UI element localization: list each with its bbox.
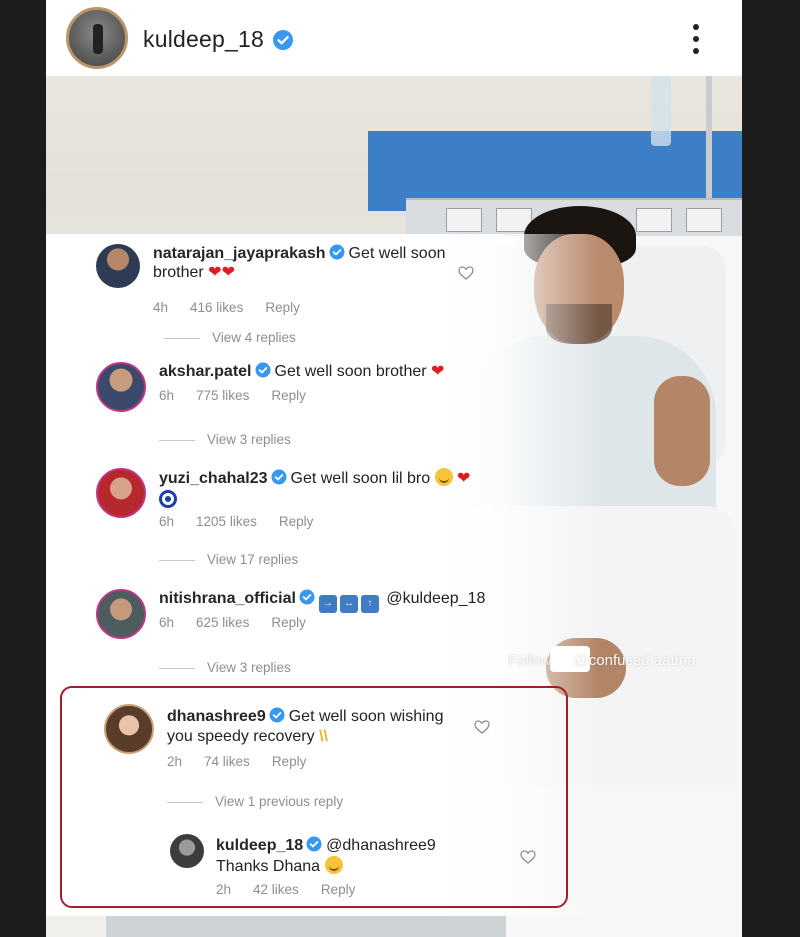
comment-meta: 4h 416 likes Reply [153, 300, 322, 315]
view-replies-link[interactable]: View 3 replies [159, 432, 291, 447]
comment-text: Get well soon [348, 245, 446, 262]
comment-username[interactable]: akshar.patel [159, 363, 252, 380]
comment-text: Get well soon lil bro [290, 470, 431, 487]
comment-text: brother [153, 264, 204, 281]
red-heart-emoji: ❤ [457, 470, 471, 487]
verified-badge-icon [273, 30, 293, 50]
comment-text: Get well soon brother [274, 363, 427, 380]
verified-badge-icon [255, 362, 270, 378]
on-arrow-emoji: ↔ [339, 595, 358, 613]
comment-meta: 6h 625 likes Reply [159, 615, 328, 630]
comment-time: 6h [159, 388, 175, 403]
comment-meta: 6h 775 likes Reply [159, 388, 328, 403]
verified-badge-icon [271, 469, 286, 485]
comment-meta: 6h 1205 likes Reply [159, 514, 335, 529]
view-replies-link[interactable]: View 17 replies [159, 552, 298, 567]
view-replies-link[interactable]: View 4 replies [164, 330, 296, 345]
post-username[interactable]: kuldeep_18 [143, 26, 264, 53]
watermark: Follow @confused.aatma [508, 652, 696, 669]
comment-username[interactable]: nitishrana_official [159, 590, 296, 607]
comment-likes[interactable]: 775 likes [196, 388, 249, 403]
commenter-avatar[interactable] [96, 468, 146, 518]
red-heart-emoji: ❤ [431, 363, 445, 380]
commenter-avatar[interactable] [96, 362, 146, 412]
comment-likes[interactable]: 1205 likes [196, 514, 257, 529]
profile-avatar[interactable] [66, 7, 128, 69]
commenter-avatar[interactable] [96, 589, 146, 639]
nazar-amulet-emoji [159, 490, 177, 508]
reply-button[interactable]: Reply [279, 514, 314, 529]
post-frame: kuldeep_18 natarajan_jayaprakash Get wel… [46, 0, 742, 937]
watermark-prefix: Follow [508, 652, 552, 669]
red-heart-emoji: ❤❤ [208, 264, 235, 281]
verified-badge-icon [329, 244, 345, 260]
comment-time: 6h [159, 615, 175, 630]
comment-username[interactable]: natarajan_jayaprakash [153, 245, 326, 262]
grinning-face-emoji [434, 468, 453, 486]
comment-text: @kuldeep_18 [386, 590, 486, 607]
watermark-handle: @confused.aatma [573, 652, 696, 669]
comment-time: 6h [159, 514, 175, 529]
highlight-box [60, 686, 568, 908]
reply-button[interactable]: Reply [271, 388, 306, 403]
reply-button[interactable]: Reply [265, 300, 300, 315]
top-arrow-emoji: ↑ [360, 595, 379, 613]
view-replies-link[interactable]: View 3 replies [159, 660, 291, 675]
comment-likes[interactable]: 416 likes [190, 300, 243, 315]
verified-badge-icon [299, 589, 315, 605]
soon-arrow-emoji: → [318, 595, 337, 613]
post-header: kuldeep_18 [46, 0, 742, 76]
comment-likes[interactable]: 625 likes [196, 615, 249, 630]
comment-username[interactable]: yuzi_chahal23 [159, 470, 268, 487]
more-options-icon[interactable] [692, 24, 700, 54]
comment-time: 4h [153, 300, 169, 315]
reply-button[interactable]: Reply [271, 615, 306, 630]
instagram-icon [555, 652, 572, 668]
commenter-avatar[interactable] [96, 244, 140, 288]
heart-outline-icon[interactable] [458, 266, 474, 280]
